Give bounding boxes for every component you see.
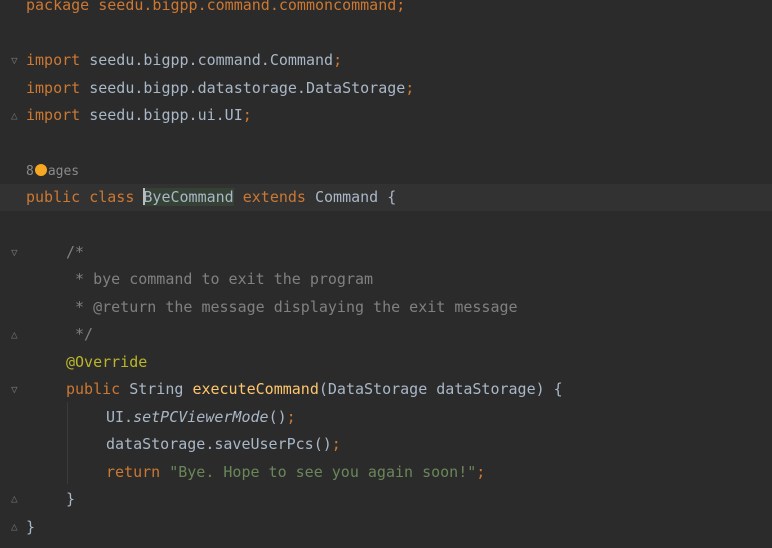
fold-icon[interactable]: △ — [11, 492, 23, 506]
semicolon: ; — [242, 106, 252, 124]
code-line-class: public class ByeCommand extends Command … — [26, 184, 396, 211]
code-line-comment: * bye command to exit the program — [66, 266, 373, 293]
call-object: UI. — [106, 408, 134, 426]
code-line-import: import seedu.bigpp.command.Command; — [26, 47, 342, 74]
code-line-call: UI.setPCViewerMode(); — [106, 404, 296, 431]
usages-count: 8 — [26, 164, 34, 179]
indent-guide — [67, 402, 68, 484]
comment-text: * bye command to exit the program — [66, 270, 374, 288]
fold-icon[interactable]: △ — [11, 328, 23, 342]
closing-brace: } — [26, 518, 36, 536]
semicolon: ; — [286, 408, 296, 426]
superclass-name: Command { — [315, 188, 397, 206]
semicolon: ; — [476, 463, 486, 481]
comment-text: */ — [66, 325, 94, 343]
fold-icon[interactable]: ▽ — [11, 246, 23, 260]
semicolon: ; — [331, 435, 341, 453]
class-keyword: public class — [26, 188, 144, 206]
public-keyword: public — [66, 380, 121, 398]
return-type: String — [120, 380, 193, 398]
import-path: seedu.bigpp.command.Command — [80, 51, 334, 69]
call-expression: dataStorage.saveUserPcs() — [106, 435, 332, 453]
closing-brace: } — [66, 490, 76, 508]
code-line-comment: */ — [66, 321, 93, 348]
code-line-import: import seedu.bigpp.ui.UI; — [26, 102, 252, 129]
semicolon: ; — [405, 79, 415, 97]
fold-icon[interactable]: ▽ — [11, 383, 23, 397]
return-string: "Bye. Hope to see you again soon!" — [169, 463, 477, 481]
method-params: (DataStorage dataStorage) { — [318, 380, 563, 398]
usages-label: ages — [47, 164, 80, 179]
code-line-package: package seedu.bigpp.command.commoncomman… — [26, 0, 405, 19]
import-path: seedu.bigpp.datastorage.DataStorage — [80, 79, 406, 97]
lightbulb-icon[interactable] — [34, 163, 47, 176]
fold-icon[interactable]: ▽ — [11, 54, 23, 68]
fold-icon[interactable]: △ — [11, 109, 23, 123]
override-annotation: @Override — [66, 353, 148, 371]
class-name[interactable]: ByeCommand — [143, 188, 234, 206]
method-name[interactable]: executeCommand — [192, 380, 318, 398]
comment-text: * @return the message displaying the exi… — [66, 298, 518, 316]
code-editor[interactable]: ▽ △ ▽ △ ▽ △ △ package seedu.bigpp.comman… — [0, 0, 772, 548]
code-line-close-method: } — [66, 486, 75, 513]
call-parens: () — [268, 408, 287, 426]
code-line-call: dataStorage.saveUserPcs(); — [106, 431, 341, 458]
code-line-annotation: @Override — [66, 349, 147, 376]
import-keyword: import — [26, 106, 81, 124]
fold-icon[interactable]: △ — [11, 520, 23, 534]
return-keyword: return — [106, 463, 170, 481]
semicolon: ; — [333, 51, 343, 69]
package-statement: package seedu.bigpp.command.commoncomman… — [26, 0, 406, 14]
import-keyword: import — [26, 79, 81, 97]
extends-keyword: extends — [233, 188, 315, 206]
code-line-import: import seedu.bigpp.datastorage.DataStora… — [26, 75, 414, 102]
text-caret — [143, 188, 146, 205]
import-keyword: import — [26, 51, 81, 69]
comment-text: /* — [66, 243, 85, 261]
import-path: seedu.bigpp.ui.UI — [80, 106, 243, 124]
call-method: setPCViewerMode — [133, 408, 269, 426]
code-line-comment: * @return the message displaying the exi… — [66, 294, 518, 321]
code-line-comment: /* — [66, 239, 84, 266]
usages-hint[interactable]: 8 ages — [26, 157, 79, 184]
code-line-close-class: } — [26, 514, 35, 541]
code-line-return: return "Bye. Hope to see you again soon!… — [106, 459, 485, 486]
code-line-method: public String executeCommand(DataStorage… — [66, 376, 563, 403]
